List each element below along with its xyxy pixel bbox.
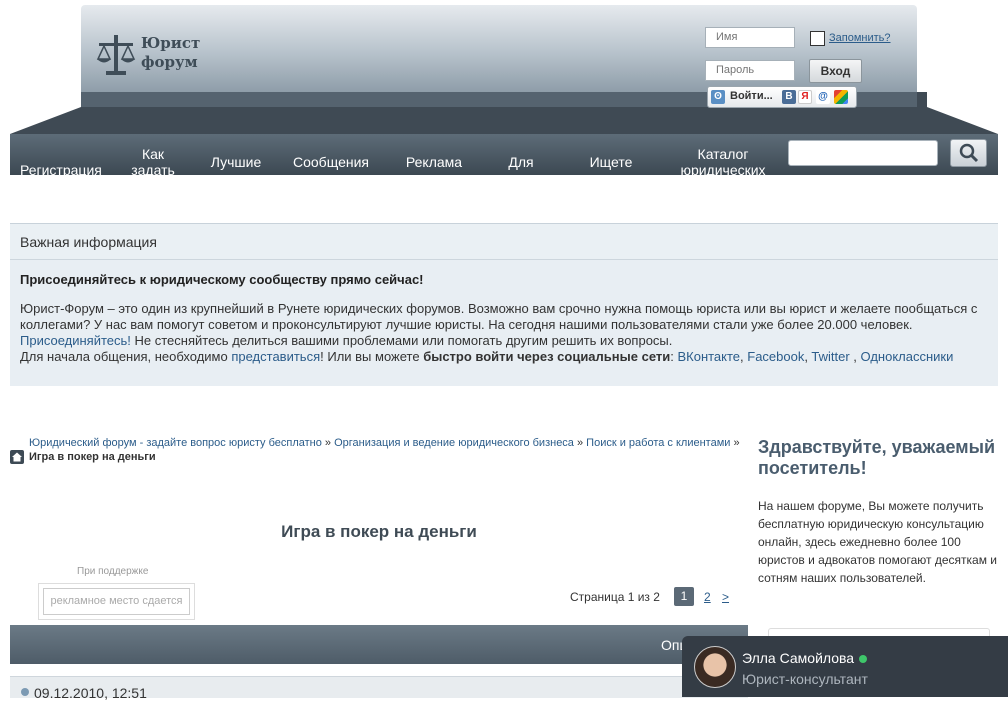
breadcrumb-separator: » (321, 437, 335, 449)
ad-slot[interactable]: рекламное место сдается (38, 583, 195, 620)
sidebar-greeting: Здравствуйте, уважаемый посетитель! (758, 437, 996, 478)
notice-paragraph-3: Для начала общения, необходимо (20, 349, 232, 364)
consultant-role: Юрист-консультант (742, 671, 868, 687)
pager-current-page: 1 (674, 587, 694, 606)
yandex-icon: Я (798, 90, 812, 104)
site-logo[interactable]: Юрист форум (96, 33, 200, 79)
chat-widget[interactable]: Элла Самойлова Юрист-консультант (682, 636, 1008, 697)
password-input[interactable] (705, 60, 795, 81)
search-icon (959, 143, 979, 163)
breadcrumb: Юридический форум - задайте вопрос юрист… (29, 437, 749, 450)
thread-title: Игра в покер на деньги (281, 522, 477, 541)
ad-caption: При поддержке (77, 566, 149, 577)
logo-line-1: Юрист (141, 34, 201, 52)
search-input[interactable] (788, 140, 938, 166)
nav-for[interactable]: Для (498, 154, 544, 170)
consultant-avatar (694, 646, 736, 688)
remember-label[interactable]: Запомнить? (829, 32, 891, 44)
breadcrumb-current: Игра в покер на деньги (29, 451, 156, 463)
twitter-link[interactable]: Twitter (811, 349, 849, 364)
pager-next[interactable]: > (722, 590, 729, 604)
introduce-link[interactable]: представиться (231, 349, 320, 364)
breadcrumb-item-forum[interactable]: Юридический форум - задайте вопрос юрист… (29, 437, 322, 449)
post-date: 09.12.2010, 12:51 (34, 685, 147, 701)
login-button[interactable]: Вход (809, 59, 862, 83)
username-input[interactable] (705, 27, 795, 48)
nav-best[interactable]: Лучшие (206, 154, 266, 170)
house-icon (12, 452, 22, 462)
online-status-icon (859, 655, 867, 663)
notice-paragraph-3-mid: ! Или вы можете (320, 349, 424, 364)
notice-header: Важная информация (10, 224, 998, 260)
social-login-button[interactable]: ʘ Войти... В Я @ (707, 86, 857, 108)
nav-looking-for[interactable]: Ищете (580, 154, 642, 170)
scales-icon (96, 35, 136, 75)
vkontakte-icon: В (782, 90, 796, 104)
thread-tools-bar (10, 625, 748, 664)
facebook-link[interactable]: Facebook (747, 349, 804, 364)
important-info-panel: Важная информация Присоединяйтесь к юрид… (10, 223, 998, 386)
breadcrumb-item-clients[interactable]: Поиск и работа с клиентами (586, 437, 730, 449)
logo-line-2: форум (141, 53, 198, 71)
social-login-hint: быстро войти через социальные сети (423, 349, 671, 364)
notice-comma-3: , (849, 349, 861, 364)
nav-advertising[interactable]: Реклама (400, 154, 468, 170)
notice-headline: Присоединяйтесь к юридическому сообществ… (20, 272, 424, 287)
odnoklassniki-link[interactable]: Одноклассники (861, 349, 954, 364)
pager-label: Страница 1 из 2 (570, 590, 660, 604)
pager-page-2[interactable]: 2 (704, 590, 711, 604)
google-icon (834, 90, 848, 104)
notice-title: Важная информация (20, 234, 157, 250)
nav-ask-question[interactable]: Как задать вопрос (122, 146, 184, 175)
notice-body: Юрист-Форум – это один из крупнейший в Р… (20, 301, 990, 365)
sidebar-text: На нашем форуме, Вы можете получить бесп… (758, 499, 998, 585)
join-link[interactable]: Присоединяйтесь! (20, 333, 131, 348)
social-login-label: Войти... (730, 90, 773, 102)
mailru-icon: @ (816, 90, 830, 104)
ad-text: рекламное место сдается (43, 588, 190, 615)
nav-messages[interactable]: Сообщения (288, 154, 374, 170)
nav-register[interactable]: Регистрация (20, 162, 102, 175)
notice-paragraph-2: Не стесняйтесь делиться вашими проблемам… (130, 333, 673, 348)
notice-paragraph-1: Юрист-Форум – это один из крупнейший в Р… (20, 301, 978, 332)
nav-catalog[interactable]: Каталог юридических (672, 146, 774, 175)
breadcrumb-separator: » (730, 437, 740, 449)
vkontakte-link[interactable]: ВКонтакте (677, 349, 740, 364)
post-status-icon (21, 688, 29, 696)
loginza-icon: ʘ (711, 90, 725, 104)
breadcrumb-separator: » (573, 437, 587, 449)
search-button[interactable] (950, 139, 987, 167)
remember-checkbox[interactable] (810, 31, 825, 46)
breadcrumb-item-business[interactable]: Организация и ведение юридического бизне… (334, 437, 574, 449)
home-icon[interactable] (10, 450, 24, 464)
consultant-name: Элла Самойлова (742, 650, 855, 666)
